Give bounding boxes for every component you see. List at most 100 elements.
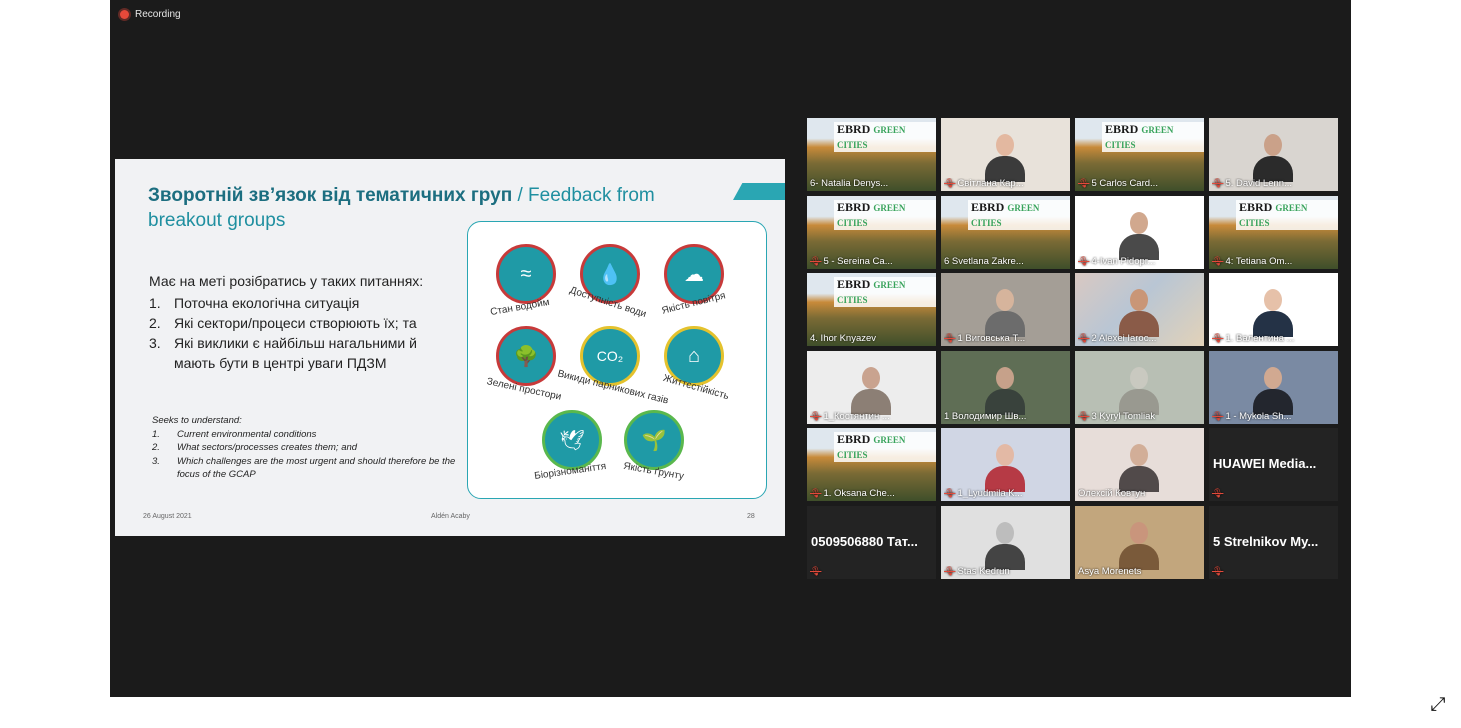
participant-tile[interactable]: HUAWEI Media... 🎙	[1209, 428, 1338, 501]
participant-silhouette	[1119, 289, 1159, 337]
mic-muted-icon: 🎙	[944, 488, 956, 498]
participant-tile[interactable]: 🎙 1_Lyudmila K...	[941, 428, 1070, 501]
mic-muted-icon: 🎙	[810, 410, 822, 421]
mic-muted-icon: 🎙	[1078, 178, 1090, 188]
participant-name: 4-Ivan Pidopr...	[1091, 255, 1156, 267]
recording-indicator: Recording	[120, 9, 181, 20]
mic-muted-icon: 🎙	[1078, 410, 1090, 421]
list-item: 3. Які виклики є найбільш нагальними й ма…	[149, 335, 417, 371]
participant-name-tag: 🎙 2 Alexei Iaroc...	[1078, 333, 1201, 344]
participant-silhouette	[985, 289, 1025, 337]
expand-icon[interactable]: ⤢	[1428, 695, 1448, 715]
participant-name-tag: Asya Morenets	[1078, 566, 1201, 577]
participant-tile[interactable]: Asya Morenets	[1075, 505, 1204, 579]
list-item: 3. Which challenges are the most urgent a…	[152, 455, 456, 481]
participant-tile[interactable]: Олексій Ковтун	[1075, 428, 1204, 501]
participant-tile[interactable]: 0509506880 Тат... 🎙	[807, 505, 936, 579]
list-item: 1. Поточна екологічна ситуація	[149, 295, 360, 311]
tree-icon: 🌳	[496, 326, 556, 386]
participant-display-name: 5 Strelnikov My...	[1213, 533, 1319, 549]
participant-tile[interactable]: EBRD GREEN CITIES 6- Natalia Denys...	[807, 118, 936, 191]
ebrd-logo: EBRD GREEN CITIES	[834, 199, 936, 230]
participant-tile[interactable]: EBRD GREEN CITIES 4. Ihor Knyazev	[807, 273, 936, 346]
mic-muted-icon: 🎙	[810, 488, 822, 498]
participant-silhouette	[1253, 289, 1293, 337]
mic-muted-icon: 🎙	[1212, 255, 1224, 266]
participant-silhouette	[985, 366, 1025, 415]
participant-name-tag: 🎙 1_Костянтин ...	[810, 411, 933, 422]
participant-silhouette	[1119, 521, 1159, 570]
mic-muted-icon: 🎙	[944, 178, 956, 188]
participant-silhouette	[1253, 134, 1293, 182]
participant-tile[interactable]: 🎙 4-Ivan Pidopr...	[1075, 195, 1204, 269]
mic-muted-icon: 🎙	[1212, 410, 1224, 421]
participant-tile[interactable]: 🎙 1 - Mykola Sh...	[1209, 350, 1338, 424]
recording-icon	[120, 10, 129, 19]
ebrd-logo: EBRD GREEN CITIES	[834, 122, 936, 152]
participant-name-tag: 🎙 1. Oksana Che...	[810, 488, 933, 499]
participant-name: 1 Володимир Шв...	[944, 410, 1027, 422]
participant-name: Олексій Ковтун	[1078, 488, 1146, 499]
participant-tile[interactable]: EBRD GREEN CITIES 🎙 1. Oksana Che...	[807, 428, 936, 501]
participant-name: 6 Svetlana Zakre...	[944, 255, 1024, 267]
participant-tile[interactable]: EBRD GREEN CITIES 6 Svetlana Zakre...	[941, 195, 1070, 269]
participant-tile[interactable]: EBRD GREEN CITIES 🎙 5 - Sereina Ca...	[807, 195, 936, 269]
participant-name-tag: 🎙 4: Tetiana Om...	[1212, 256, 1335, 267]
participant-tile[interactable]: 🎙 3 Kyryl Tomliak	[1075, 350, 1204, 424]
participant-tile[interactable]: 🎙 1. Валентина ...	[1209, 273, 1338, 346]
participant-tile[interactable]: 1 Володимир Шв...	[941, 350, 1070, 424]
participant-name: 1_Костянтин ...	[823, 410, 890, 422]
mic-muted-icon: 🎙	[810, 255, 822, 266]
participant-name-tag: 1 Володимир Шв...	[944, 411, 1067, 422]
river-icon: ≈	[496, 244, 556, 304]
mic-muted-icon: 🎙	[1078, 333, 1090, 343]
participant-silhouette	[985, 444, 1025, 492]
slide-title-ua: Зворотній зв’язок від тематичних груп	[148, 185, 513, 206]
participant-tile[interactable]: 🎙 5. David Lenn...	[1209, 118, 1338, 191]
recording-label: Recording	[135, 9, 181, 20]
participant-name-tag: 🎙 5 - Sereina Ca...	[810, 256, 933, 267]
slide-footer-date: 26 August 2021	[143, 513, 192, 520]
participant-name: Stas Kedrun	[957, 565, 1010, 577]
participant-name-tag: 🎙	[1212, 566, 1335, 577]
participant-tile[interactable]: 🎙 1_Костянтин ...	[807, 350, 936, 424]
participant-tile[interactable]: EBRD GREEN CITIES 🎙 4: Tetiana Om...	[1209, 195, 1338, 269]
ebrd-logo: EBRD GREEN CITIES	[968, 199, 1070, 230]
slide-list-ua: 1. Поточна екологічна ситуація 2. Які сект…	[149, 293, 449, 373]
mic-muted-icon: 🎙	[1212, 178, 1224, 188]
participant-name: 5 Carlos Card...	[1091, 178, 1158, 189]
participant-name: Світлана Кар...	[957, 178, 1024, 189]
participant-name: Asya Morenets	[1078, 565, 1142, 577]
participant-tile[interactable]: 🎙 2 Alexei Iaroc...	[1075, 273, 1204, 346]
participant-name-tag: 🎙 1_Lyudmila K...	[944, 488, 1067, 499]
participant-name-tag: 🎙 1 Виговська Т...	[944, 333, 1067, 344]
participant-tile[interactable]: 🎙 Світлана Кар...	[941, 118, 1070, 191]
meeting-video-area: Recording Зворотній зв’язок від тематичн…	[110, 0, 1351, 697]
participant-name-tag: 🎙 Світлана Кар...	[944, 178, 1067, 189]
participant-tile[interactable]: EBRD GREEN CITIES 🎙 5 Carlos Card...	[1075, 118, 1204, 191]
participant-tile[interactable]: 🎙 Stas Kedrun	[941, 505, 1070, 579]
participant-name: 2 Alexei Iaroc...	[1091, 333, 1157, 344]
participant-name-tag: 🎙	[1212, 488, 1335, 499]
participant-name-tag: 🎙 1. Валентина ...	[1212, 333, 1335, 344]
participant-tile[interactable]: 5 Strelnikov My... 🎙	[1209, 505, 1338, 579]
participant-display-name: HUAWEI Media...	[1213, 456, 1317, 471]
participant-silhouette	[985, 134, 1025, 182]
ebrd-logo: EBRD GREEN CITIES	[834, 277, 936, 307]
mic-muted-icon: 🎙	[1212, 565, 1224, 576]
participant-name-tag: 🎙 5 Carlos Card...	[1078, 178, 1201, 189]
shared-slide: Зворотній зв’язок від тематичних груп / …	[115, 159, 785, 536]
mic-muted-icon: 🎙	[944, 565, 956, 576]
slide-intro-ua: Має на меті розібратись у таких питаннях…	[149, 273, 424, 289]
participant-name-tag: 6 Svetlana Zakre...	[944, 256, 1067, 267]
participant-name-tag: 4. Ihor Knyazev	[810, 333, 933, 344]
participant-name-tag: 🎙	[810, 566, 933, 577]
participant-tile[interactable]: 🎙 1 Виговська Т...	[941, 273, 1070, 346]
topics-panel: ≈ Стан водойм 💧 Доступність води ☁ Якіст…	[467, 221, 767, 499]
participant-name-tag: 🎙 Stas Kedrun	[944, 566, 1067, 577]
participant-name: 4. Ihor Knyazev	[810, 333, 877, 344]
participant-display-name: 0509506880 Тат...	[811, 533, 918, 549]
participant-name: 1. Oksana Che...	[823, 488, 895, 499]
participant-silhouette	[1119, 366, 1159, 415]
participant-name-tag: 🎙 5. David Lenn...	[1212, 178, 1335, 189]
